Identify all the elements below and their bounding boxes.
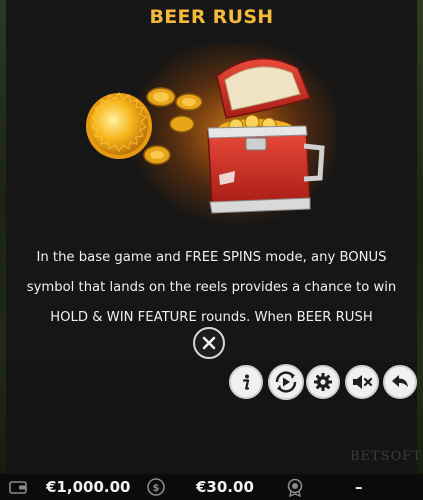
bottom-status-bar: €1,000.00 $ €30.00 – [0, 474, 423, 500]
info-button[interactable] [229, 365, 263, 399]
info-title: BEER RUSH [149, 6, 274, 28]
autoplay-icon [275, 371, 297, 393]
close-icon [202, 336, 216, 350]
info-panel: BEER RUSH In the base game and FREE SPIN… [6, 0, 417, 362]
back-arrow-icon [392, 375, 408, 387]
description-line: symbol that lands on the reels provides … [26, 280, 397, 295]
autoplay-button[interactable] [268, 364, 304, 400]
description-line: In the base game and FREE SPINS mode, an… [36, 250, 387, 265]
reel-background-right [417, 0, 423, 500]
settings-gear-icon [314, 373, 332, 391]
svg-text:$: $ [153, 483, 160, 494]
bonus-cooler-illustration [86, 42, 336, 227]
sound-button[interactable] [345, 365, 379, 399]
coin-stack-icon: $ [147, 478, 165, 496]
close-info-button[interactable] [193, 327, 225, 359]
game-screen: BEER RUSH In the base game and FREE SPIN… [0, 0, 423, 500]
info-icon [242, 374, 250, 390]
settings-button[interactable] [306, 365, 340, 399]
info-description: In the base game and FREE SPINS mode, an… [6, 243, 417, 333]
balance-value: €1,000.00 [46, 478, 131, 496]
back-button[interactable] [383, 365, 417, 399]
wallet-icon [9, 481, 27, 494]
win-value: – [355, 478, 363, 496]
sound-muted-icon [353, 375, 373, 389]
trophy-badge-icon [287, 478, 303, 497]
bottle-cap-icon [86, 91, 152, 159]
bet-value: €30.00 [196, 478, 254, 496]
betsoft-logo: BETSOFT [350, 449, 422, 464]
